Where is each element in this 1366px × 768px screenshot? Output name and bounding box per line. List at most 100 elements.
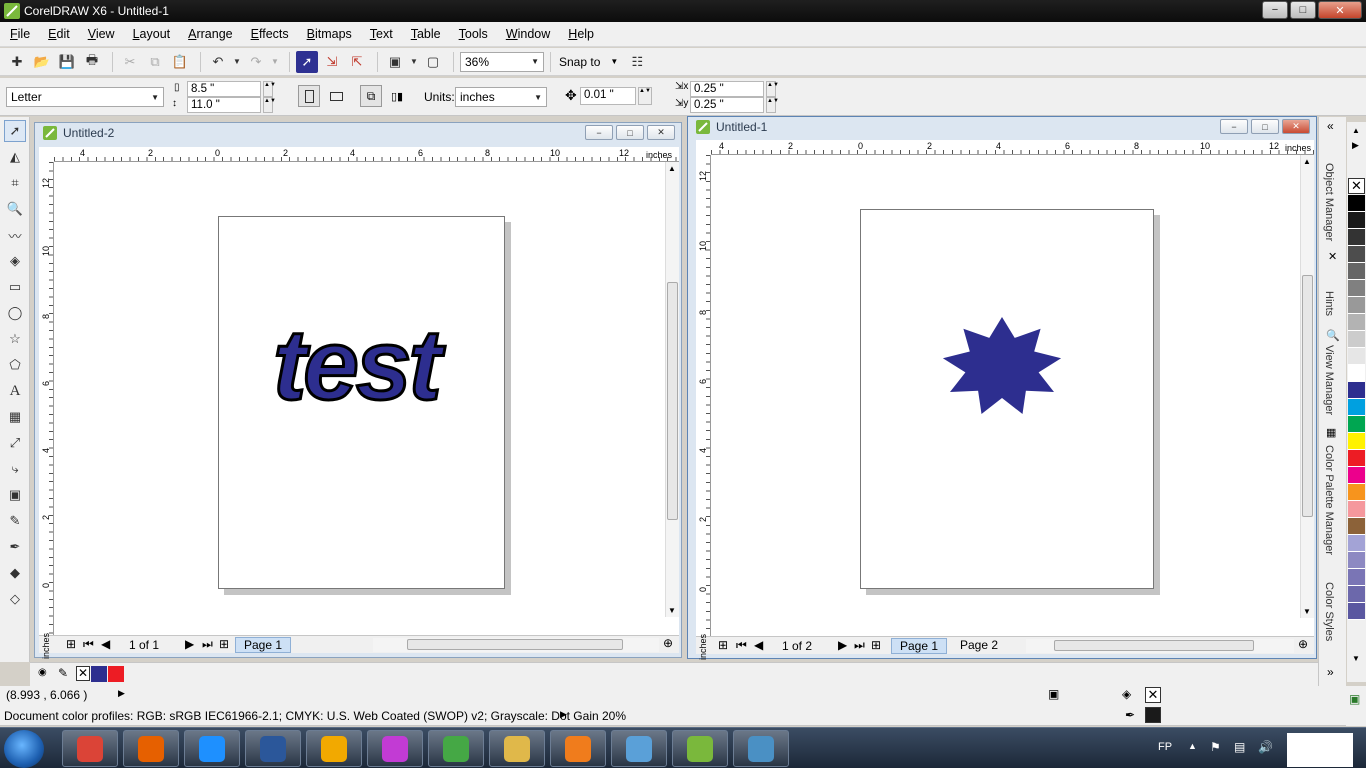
doc-minimize-button[interactable]: − [585,125,613,140]
page-tab-1[interactable]: Page 1 [235,637,292,653]
smart-fill-tool-icon[interactable]: ◈ [4,250,26,272]
zoom-navigator-icon[interactable]: ⊕ [663,636,673,650]
add-page-after-icon[interactable]: ⊞ [219,637,229,651]
basic-shapes-tool-icon[interactable]: ⬠ [4,354,26,376]
duplicate-x-field[interactable]: 0.25 " [690,81,764,97]
vertical-scrollbar[interactable]: ▲ ▼ [665,162,679,617]
expand-arrow-icon[interactable]: ▶ [118,688,125,699]
import-icon[interactable]: ⇲ [321,51,343,73]
maximize-button[interactable]: □ [1290,1,1316,19]
scroll-thumb[interactable] [1054,640,1254,651]
taskbar-app-internet-explorer[interactable] [184,730,240,767]
palette-swatch[interactable] [1348,467,1365,484]
portrait-button[interactable] [298,85,320,107]
fill-tool-icon[interactable]: ◆ [4,562,26,584]
add-page-before-icon[interactable]: ⊞ [718,638,728,652]
menu-window[interactable]: Window [506,27,550,41]
palette-swatch[interactable] [1348,416,1365,433]
docker-tab-hints[interactable]: Hints [1323,291,1335,316]
palette-swatch[interactable] [1348,314,1365,331]
freehand-tool-icon[interactable]: 〰 [4,224,26,246]
open-folder-icon[interactable]: 📂 [31,51,53,73]
horizontal-scrollbar[interactable] [373,638,659,652]
palette-swatch[interactable] [1348,433,1365,450]
connector-tool-icon[interactable]: ⤷ [4,458,26,480]
fill-none-swatch[interactable]: ✕ [1145,687,1161,703]
docker-tab-color-styles[interactable]: Color Styles [1323,582,1335,641]
palette-swatch[interactable] [1348,195,1365,212]
all-pages-button[interactable]: ⧉ [360,85,382,107]
palette-scroll-down-icon[interactable]: ▼ [1352,654,1360,663]
previous-page-icon[interactable]: ◀ [101,637,110,651]
palette-swatch[interactable] [1348,450,1365,467]
taskbar-app-explorer[interactable] [489,730,545,767]
language-indicator[interactable]: FP [1158,741,1172,753]
pick-tool-icon[interactable]: ➚ [4,120,26,142]
no-color-swatch[interactable]: ✕ [1348,178,1365,194]
horizontal-scrollbar[interactable] [1026,639,1294,653]
options-icon[interactable]: ☷ [626,51,648,73]
text-tool-icon[interactable]: A [4,380,26,402]
duplicate-y-field[interactable]: 0.25 " [690,97,764,113]
menu-file[interactable]: File [10,27,30,41]
artwork-test-text[interactable]: test [269,307,459,423]
scroll-down-icon[interactable]: ▼ [1303,607,1311,616]
width-spinner[interactable]: ▲▼ [263,81,276,97]
doc-restore-button[interactable]: □ [616,125,644,140]
taskbar-app-notepad[interactable] [611,730,667,767]
taskbar-app-messenger[interactable] [428,730,484,767]
menu-help[interactable]: Help [568,27,594,41]
palette-swatch[interactable] [1348,246,1365,263]
dup-y-spinner[interactable]: ▲▼ [766,97,779,113]
dup-x-spinner[interactable]: ▲▼ [766,81,779,97]
artwork-star-shape[interactable] [939,316,1065,418]
next-page-icon[interactable]: ▶ [838,638,847,652]
zoom-navigator-icon[interactable]: ⊕ [1298,637,1308,651]
page-tab-1[interactable]: Page 1 [891,638,948,654]
taskbar-app-paint[interactable] [367,730,423,767]
palette-swatch[interactable] [1348,212,1365,229]
nudge-spinner[interactable]: ▲▼ [638,87,652,105]
doc-minimize-button[interactable]: − [1220,119,1248,134]
zoom-level-select[interactable]: 36% ▼ [460,51,544,72]
search-content-icon[interactable]: ➚ [296,50,318,73]
star-polygon[interactable] [942,317,1062,414]
menu-effects[interactable]: Effects [251,27,289,41]
taskbar-app-coreldraw[interactable] [672,730,728,767]
full-screen-preview-icon[interactable]: ▢ [422,51,444,73]
ellipse-tool-icon[interactable]: ◯ [4,302,26,324]
document-swatch-blue[interactable] [91,666,107,682]
nudge-distance-field[interactable]: 0.01 " [580,87,636,105]
add-page-before-icon[interactable]: ⊞ [66,637,76,651]
docker-tab-color-palette-manager[interactable]: Color Palette Manager [1323,445,1335,555]
vertical-scrollbar[interactable]: ▲ ▼ [1300,155,1314,618]
palette-swatch[interactable] [1348,280,1365,297]
palette-swatch[interactable] [1348,518,1365,535]
export-icon[interactable]: ⇱ [346,51,368,73]
palette-swatch[interactable] [1348,603,1365,620]
first-page-icon[interactable]: ⏮ [83,637,94,652]
doc-close-button[interactable]: ✕ [647,125,675,140]
paper-size-select[interactable]: Letter ▼ [6,87,164,107]
dimension-tool-icon[interactable]: ⤢ [4,432,26,454]
close-icon[interactable]: ✕ [1328,250,1337,263]
snap-to-button[interactable]: Snap to ▼ [559,55,618,69]
polygon-tool-icon[interactable]: ☆ [4,328,26,350]
drawing-canvas[interactable]: 4 2 0 2 4 6 8 10 12 inches 12 10 8 6 4 2… [39,147,679,635]
menu-edit[interactable]: Edit [48,27,70,41]
scroll-thumb[interactable] [407,639,623,650]
eyedropper-tool-icon[interactable]: ✎ [4,510,26,532]
menu-table[interactable]: Table [411,27,441,41]
palette-swatch[interactable] [1348,552,1365,569]
docker-collapse-icon[interactable]: « [1327,119,1334,133]
save-icon[interactable]: 💾 [56,51,78,73]
test-text-object[interactable]: test [272,308,451,423]
scroll-thumb[interactable] [1302,275,1313,517]
no-color-swatch[interactable]: ✕ [76,666,90,681]
add-page-after-icon[interactable]: ⊞ [871,638,881,652]
palette-scroll-up-icon[interactable]: ▲ [1352,126,1360,135]
taskbar-app-word[interactable] [245,730,301,767]
height-spinner[interactable]: ▲▼ [263,97,276,113]
scroll-up-icon[interactable]: ▲ [1303,157,1311,166]
next-page-icon[interactable]: ▶ [185,637,194,651]
